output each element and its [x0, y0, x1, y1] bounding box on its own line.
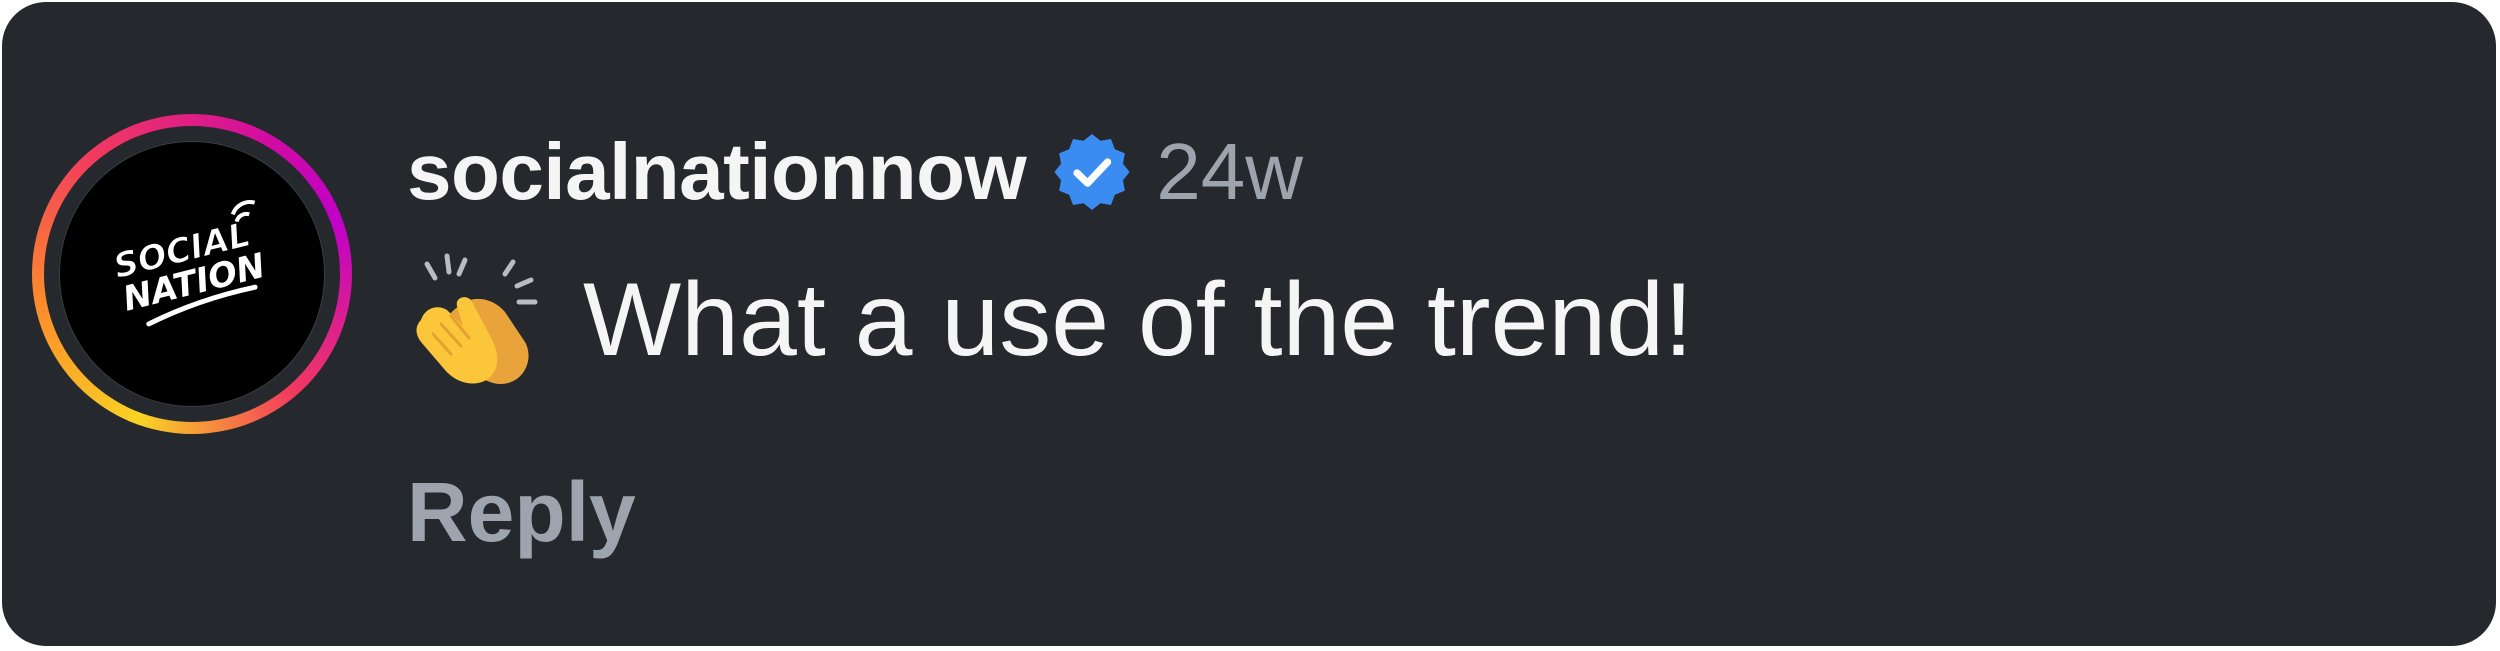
username-link[interactable]: socialnationnow — [407, 126, 1027, 218]
avatar-ring-gap: SOCIAL NATION — [44, 126, 340, 422]
comment-header: socialnationnow 24w — [407, 122, 1303, 222]
timestamp[interactable]: 24w — [1156, 126, 1303, 218]
clapping-hands-icon — [407, 250, 543, 390]
comment-body: What a use of the trend! — [407, 250, 1693, 390]
story-ring[interactable]: SOCIAL NATION — [32, 114, 352, 434]
social-nation-logo: SOCIAL NATION — [109, 200, 269, 327]
verified-badge-icon — [1052, 132, 1132, 212]
reply-button[interactable]: Reply — [407, 464, 636, 561]
comment-text: What a use of the trend! — [583, 261, 1693, 378]
avatar[interactable]: SOCIAL NATION — [60, 142, 324, 406]
comment-card: SOCIAL NATION socialnationnow 24w What a… — [2, 2, 2496, 646]
